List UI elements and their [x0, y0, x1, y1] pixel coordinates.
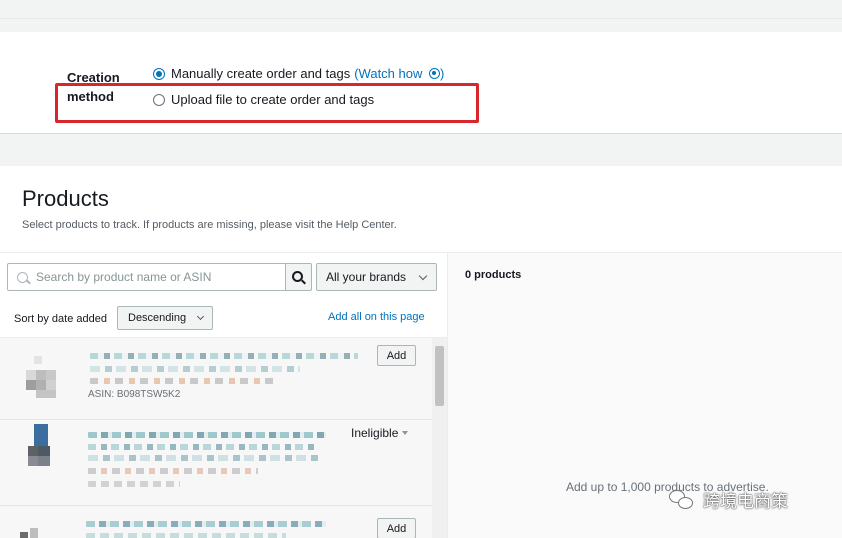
sort-value: Descending — [128, 312, 187, 324]
products-subtitle: Select products to track. If products ar… — [22, 219, 397, 231]
watermark: 跨境电商策 — [669, 487, 788, 512]
radio-manual-option[interactable]: Manually create order and tags (Watch ho… — [153, 66, 444, 81]
product-thumbnail — [26, 424, 60, 477]
creation-method-panel: Creation method Manually create order an… — [0, 32, 842, 134]
product-meta-line — [88, 468, 258, 474]
top-strip — [0, 0, 842, 18]
wechat-icon — [669, 489, 695, 511]
search-placeholder: Search by product name or ASIN — [36, 270, 212, 284]
chevron-down-icon — [196, 312, 205, 321]
product-name-line — [88, 444, 316, 450]
radio-manual[interactable] — [153, 67, 165, 80]
product-thumbnail — [26, 356, 66, 407]
radio-upload-label: Upload file to create order and tags — [171, 92, 375, 107]
product-list: ASIN: B098TSW5K2 Add Ineligible Add — [0, 337, 447, 538]
creation-method-label: Creation method — [67, 70, 120, 104]
add-button[interactable]: Add — [377, 345, 416, 366]
add-button[interactable]: Add — [377, 518, 416, 538]
page-title: Products — [22, 186, 109, 211]
brand-filter-select[interactable]: All your brands — [316, 263, 437, 291]
list-item: Add — [0, 506, 432, 538]
radio-upload[interactable] — [153, 93, 165, 106]
divider — [0, 18, 842, 19]
radio-manual-label: Manually create order and tags — [171, 66, 351, 81]
scrollbar-thumb[interactable] — [435, 346, 444, 406]
add-all-link[interactable]: Add all on this page — [328, 311, 425, 323]
caret-down-icon — [402, 431, 409, 435]
play-circle-icon — [429, 68, 440, 79]
radio-upload-option[interactable]: Upload file to create order and tags — [153, 92, 374, 107]
list-item: ASIN: B098TSW5K2 Add — [0, 338, 432, 420]
ineligible-status[interactable]: Ineligible — [351, 426, 409, 440]
list-item: Ineligible — [0, 420, 432, 506]
sort-select[interactable]: Descending — [117, 306, 213, 330]
brand-filter-value: All your brands — [326, 270, 407, 284]
search-input[interactable]: Search by product name or ASIN — [7, 263, 286, 291]
product-name-line — [86, 521, 326, 527]
product-name-line — [88, 432, 326, 438]
search-button[interactable] — [286, 263, 312, 291]
product-thumbnail — [20, 528, 44, 538]
product-meta-line — [90, 378, 275, 384]
product-meta-line — [88, 481, 180, 487]
asin-text: ASIN: B098TSW5K2 — [88, 389, 181, 400]
watermark-text: 跨境电商策 — [703, 492, 788, 512]
product-name-line — [90, 353, 358, 359]
watch-how-link[interactable]: (Watch how ) — [354, 66, 444, 81]
product-picker: Search by product name or ASIN All your … — [0, 252, 447, 538]
product-name-line — [86, 533, 286, 538]
product-count: 0 products — [465, 269, 522, 281]
sort-label: Sort by date added — [14, 313, 107, 325]
product-name-line — [88, 455, 318, 461]
search-icon — [17, 271, 28, 283]
product-name-line — [90, 366, 300, 372]
search-icon — [292, 270, 303, 282]
products-panel: Products Select products to track. If pr… — [0, 166, 842, 538]
chevron-down-icon — [418, 271, 428, 281]
